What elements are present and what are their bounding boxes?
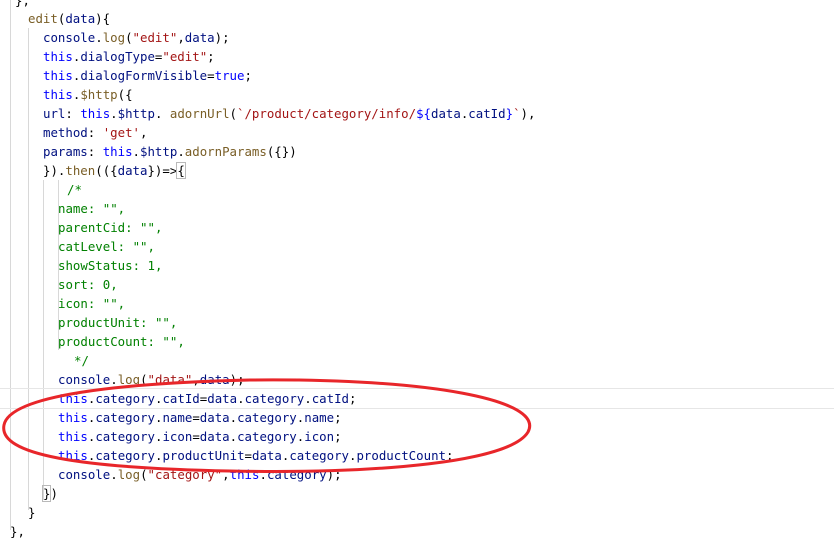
code-line-10: }).then(({data})=>{ (43, 162, 186, 179)
code-line-17: icon: "", (58, 296, 126, 311)
code-line-13: parentCid: "", (58, 220, 163, 235)
code-line-8: method: 'get', (43, 125, 148, 140)
code-line-21: console.log("data",data); (58, 372, 245, 387)
code-line-27: }) (41, 485, 58, 502)
code-line-12: name: "", (58, 201, 126, 216)
code-line-20: */ (74, 353, 89, 368)
code-line-19: productCount: "", (58, 334, 185, 349)
indent-guide (10, 0, 11, 530)
code-line-26: console.log("category",this.category); (58, 467, 342, 482)
code-line-22: this.category.catId=data.category.catId; (0, 388, 834, 409)
code-editor[interactable]: }, edit(data){ console.log("edit",data);… (0, 0, 834, 541)
code-line-5: this.dialogFormVisible=true; (43, 68, 252, 83)
code-line-24: this.category.icon=data.category.icon; (58, 429, 342, 444)
code-line-18: productUnit: "", (58, 315, 178, 330)
code-line-16: sort: 0, (58, 277, 118, 292)
code-line-25: this.category.productUnit=data.category.… (58, 448, 454, 463)
code-line-29: }, (10, 524, 25, 539)
code-line-14: catLevel: "", (58, 239, 155, 254)
code-line-7: url: this.$http. adornUrl(`/product/cate… (43, 106, 536, 121)
indent-guide (43, 180, 44, 500)
code-line-23: this.category.name=data.category.name; (58, 410, 342, 425)
code-line-15: showStatus: 1, (58, 258, 163, 273)
code-line-6: this.$http({ (43, 87, 133, 102)
code-line-11: /* (67, 182, 82, 197)
code-line-3: console.log("edit",data); (43, 30, 230, 45)
code-line-9: params: this.$http.adornParams({}) (43, 144, 297, 159)
code-line-2: edit(data){ (28, 11, 111, 26)
indent-guide (28, 28, 29, 510)
code-line-28: } (28, 505, 36, 520)
code-line-4: this.dialogType="edit"; (43, 49, 215, 64)
